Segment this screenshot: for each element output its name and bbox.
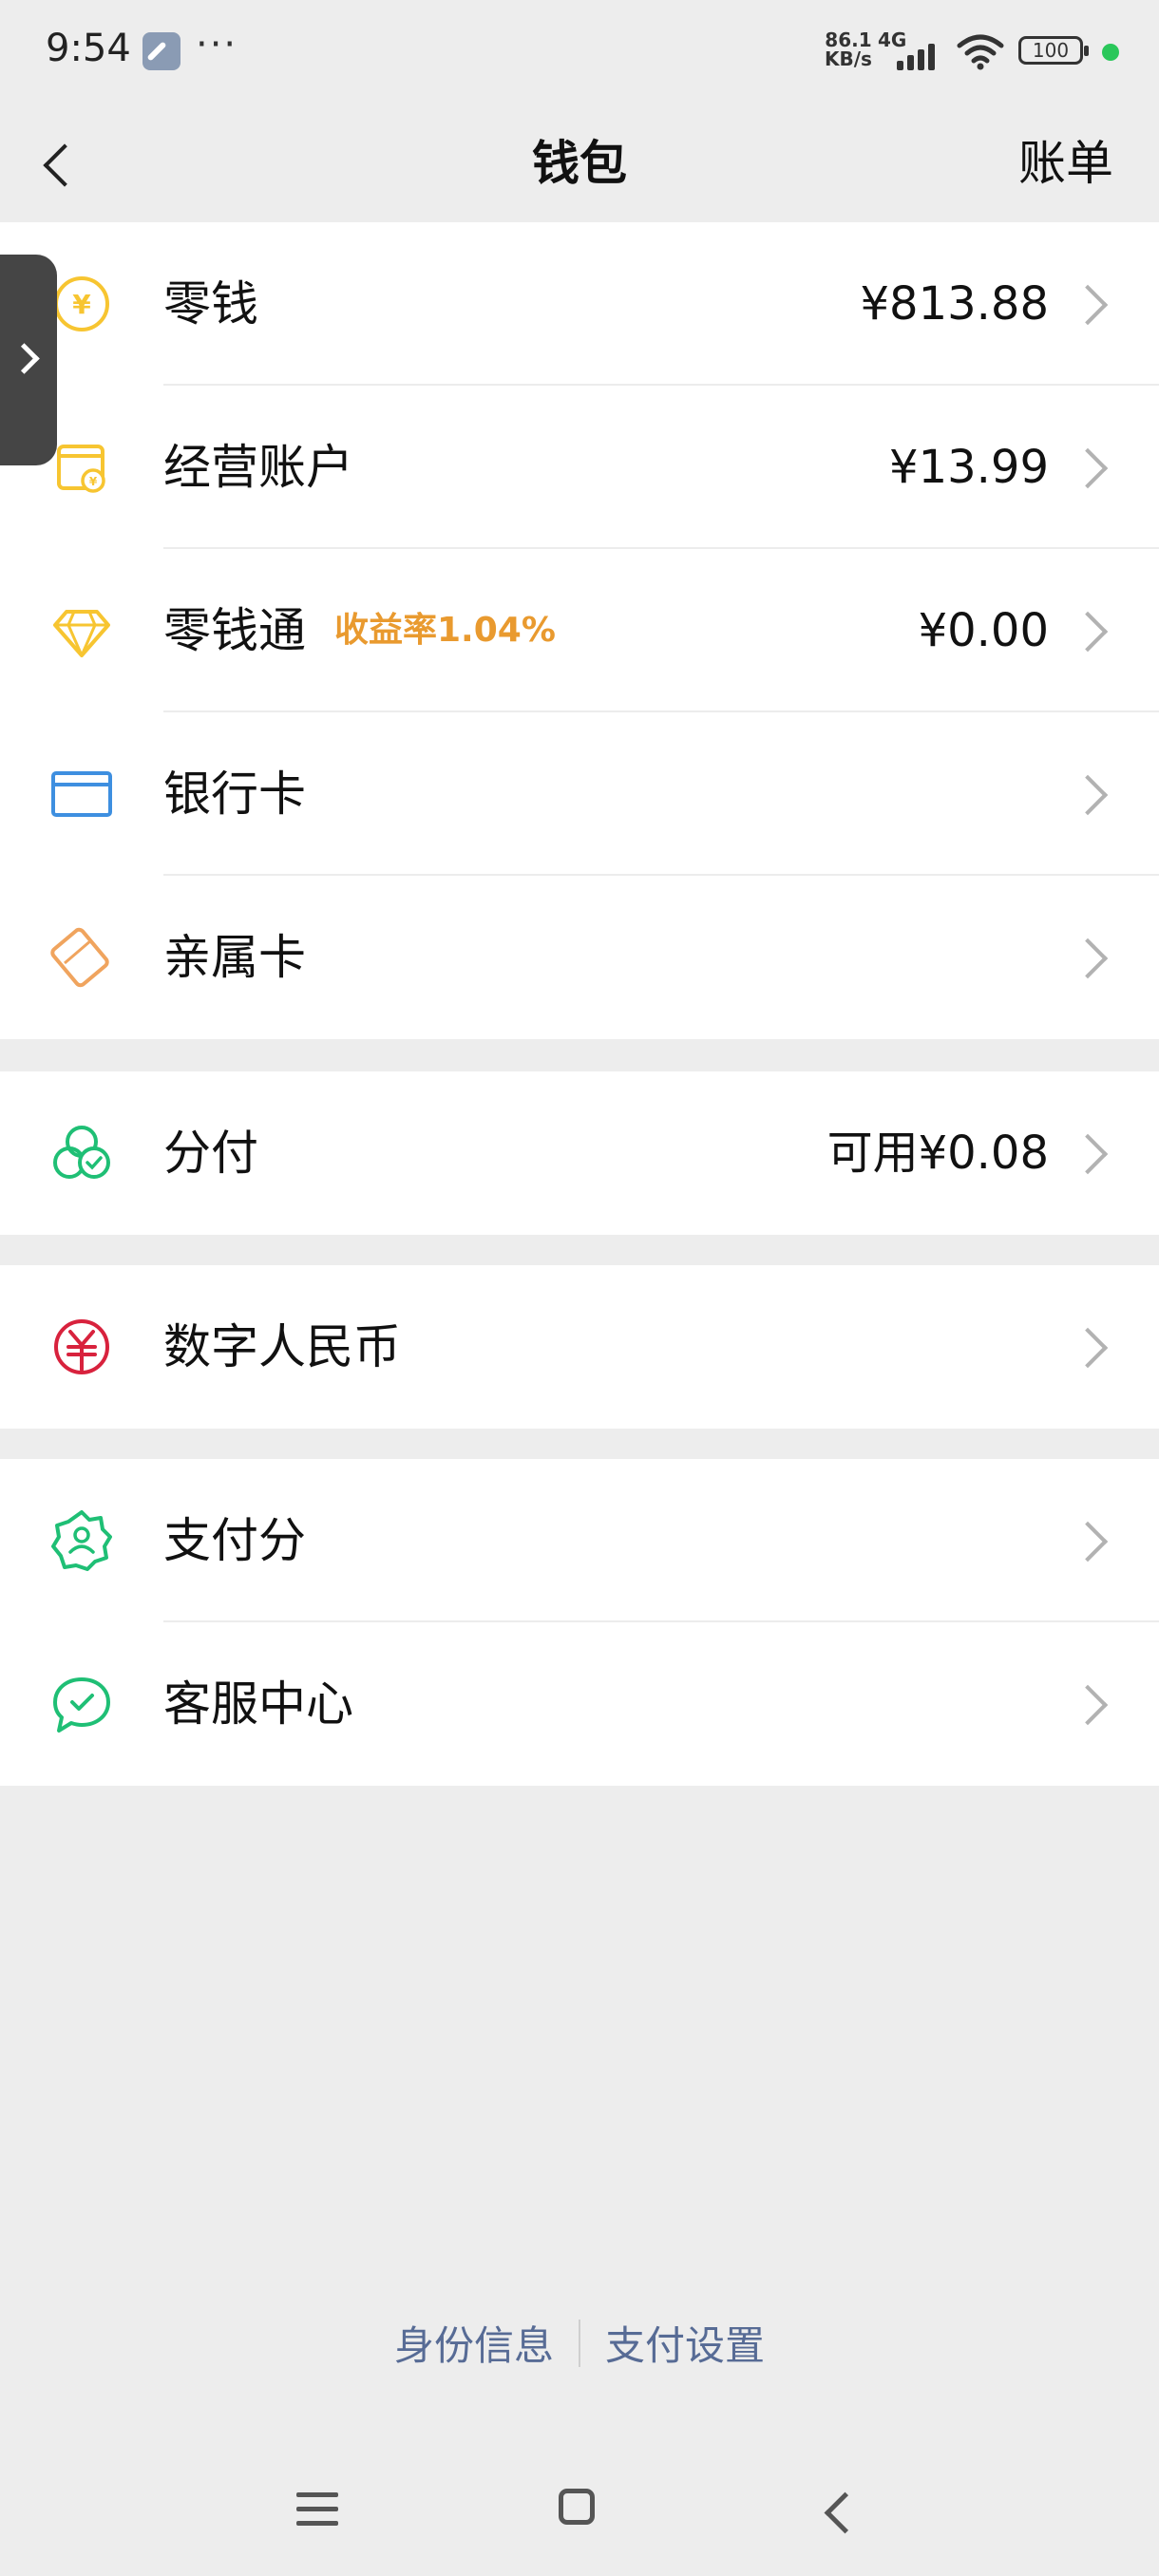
chevron-right-icon — [1067, 1684, 1109, 1726]
pay-settings-link[interactable]: 支付设置 — [605, 2314, 765, 2372]
row-label: 支付分 — [163, 1513, 306, 1568]
diamond-icon — [53, 610, 110, 657]
chevron-right-icon — [1067, 447, 1109, 489]
svg-text:¥: ¥ — [72, 289, 91, 320]
footer-divider — [579, 2319, 580, 2367]
customer-service-icon — [53, 1677, 110, 1733]
digital-rmb-icon — [54, 1319, 109, 1374]
shop-wallet-icon: ¥ — [57, 445, 105, 493]
row-family-card[interactable]: 亲属卡 — [0, 876, 1159, 1039]
family-card-icon — [50, 927, 109, 988]
yuan-coin-icon: ¥ — [54, 276, 109, 331]
bank-card-icon — [51, 771, 112, 817]
pay-score-icon — [51, 1510, 112, 1571]
fenfu-icon — [53, 1126, 110, 1179]
chevron-right-icon — [1067, 611, 1109, 653]
wifi-icon — [957, 34, 1004, 70]
bill-link[interactable]: 账单 — [1018, 125, 1113, 194]
identity-info-link[interactable]: 身份信息 — [394, 2314, 554, 2372]
row-label: 亲属卡 — [163, 930, 306, 985]
row-label: 零钱通 — [163, 603, 306, 658]
footer-links: 身份信息 支付设置 — [0, 2314, 1159, 2372]
page-title: 钱包 — [532, 136, 627, 191]
system-back-icon[interactable] — [824, 2491, 866, 2534]
chevron-right-icon — [1067, 938, 1109, 979]
status-bar: 9:54 ··· 86.1 KB/s 4G 100 — [0, 0, 1159, 104]
row-customer-service[interactable]: 客服中心 — [0, 1622, 1159, 1786]
battery-icon: 100 — [1018, 36, 1089, 65]
status-time: 9:54 — [46, 27, 131, 70]
chevron-right-icon — [1067, 1521, 1109, 1563]
row-fenfu[interactable]: 分付 可用¥0.08 — [0, 1071, 1159, 1235]
row-label: 数字人民币 — [163, 1319, 401, 1374]
recent-apps-icon[interactable] — [296, 2491, 338, 2529]
row-business-account[interactable]: ¥ 经营账户 ¥13.99 — [0, 386, 1159, 549]
row-change-fund[interactable]: 零钱通 收益率1.04% ¥0.00 — [0, 549, 1159, 712]
row-change[interactable]: ¥ 零钱 ¥813.88 — [0, 222, 1159, 386]
row-label: 经营账户 — [163, 440, 353, 495]
chevron-right-icon — [1067, 1327, 1109, 1369]
wallet-balance-group: ¥ 零钱 ¥813.88 ¥ 经营账户 ¥13.99 零钱通 收益率1.04% … — [0, 222, 1159, 1039]
row-label: 客服中心 — [163, 1676, 353, 1732]
credit-group: 分付 可用¥0.08 — [0, 1071, 1159, 1235]
wrench-icon — [142, 32, 180, 70]
nav-bar: 钱包 账单 — [0, 104, 1159, 222]
network-speed: 86.1 KB/s — [825, 28, 872, 70]
row-value: ¥13.99 — [889, 441, 1049, 494]
cell-signal-icon — [897, 38, 944, 70]
row-pay-score[interactable]: 支付分 — [0, 1459, 1159, 1622]
floating-side-tab[interactable] — [0, 255, 57, 465]
row-value: ¥0.00 — [918, 604, 1049, 657]
row-label: 零钱 — [163, 276, 258, 331]
row-value: 可用¥0.08 — [826, 1127, 1049, 1180]
chevron-right-icon — [1067, 1133, 1109, 1175]
row-label: 银行卡 — [163, 767, 306, 822]
privacy-indicator-dot — [1102, 44, 1119, 61]
system-nav-bar — [0, 2470, 1159, 2576]
row-bank-card[interactable]: 银行卡 — [0, 712, 1159, 876]
row-value: ¥813.88 — [860, 277, 1050, 331]
yield-rate-badge: 收益率1.04% — [334, 611, 556, 650]
chevron-right-icon — [1067, 284, 1109, 326]
home-icon[interactable] — [559, 2489, 595, 2525]
service-group: 支付分 客服中心 — [0, 1459, 1159, 1786]
row-label: 分付 — [163, 1126, 258, 1181]
digital-currency-group: 数字人民币 — [0, 1265, 1159, 1429]
more-notifications-icon: ··· — [196, 23, 238, 66]
row-digital-rmb[interactable]: 数字人民币 — [0, 1265, 1159, 1429]
svg-text:¥: ¥ — [89, 475, 98, 488]
chevron-right-icon — [1067, 774, 1109, 816]
